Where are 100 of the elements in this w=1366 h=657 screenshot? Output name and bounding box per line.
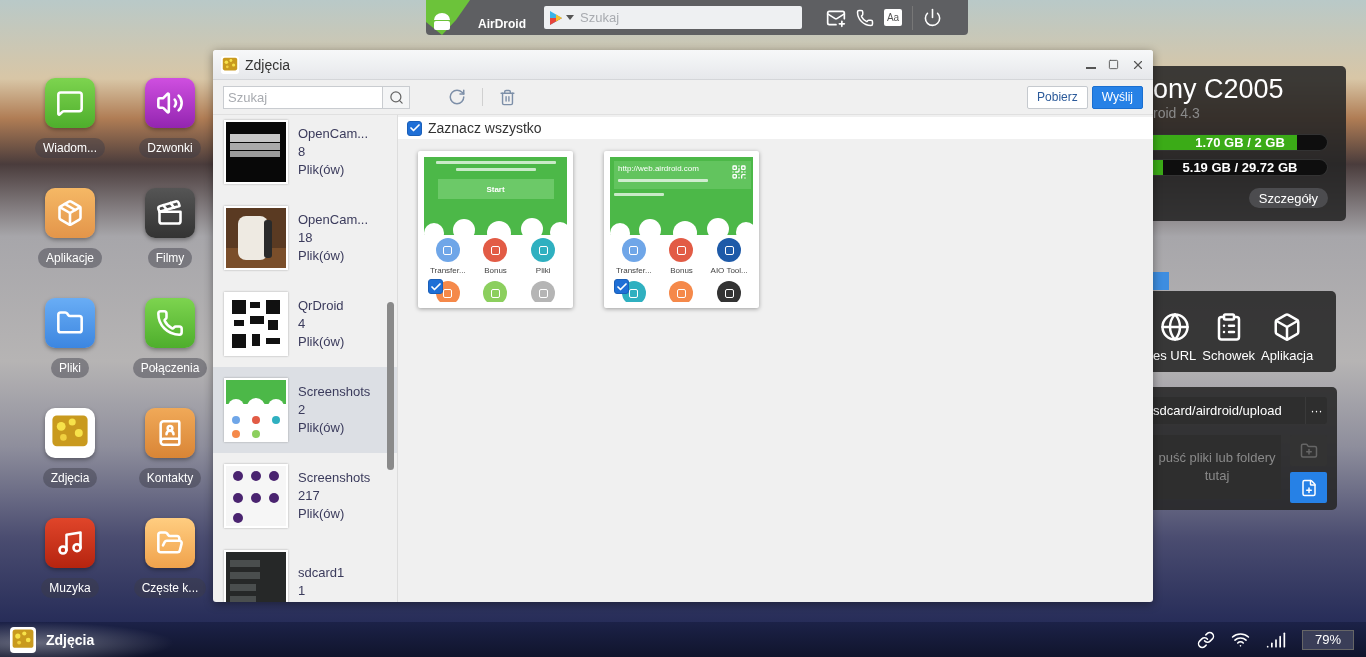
app-name: Bonus bbox=[484, 266, 507, 275]
app-label: Kontakty bbox=[138, 468, 202, 488]
power-icon[interactable] bbox=[923, 8, 942, 27]
file-count: 8 bbox=[298, 143, 307, 161]
tool-button[interactable]: Aplikacja bbox=[1261, 312, 1314, 363]
app-label: Częste k... bbox=[133, 578, 207, 598]
device-name: ony C2005 bbox=[1153, 73, 1285, 105]
more-button[interactable]: ··· bbox=[1305, 397, 1327, 424]
refresh-icon bbox=[448, 88, 466, 106]
album-name: QrDroid bbox=[298, 297, 345, 315]
window-title: Zdjęcia bbox=[245, 56, 292, 73]
delete-button[interactable] bbox=[499, 88, 516, 106]
search-icon bbox=[388, 89, 404, 105]
file-count: 1 bbox=[298, 582, 307, 600]
app-label: Dzwonki bbox=[139, 138, 201, 158]
app-label: Pliki bbox=[51, 358, 89, 378]
search-field[interactable]: Szukaj bbox=[224, 86, 382, 108]
text-size-icon[interactable]: Aa bbox=[884, 9, 902, 26]
check-icon bbox=[408, 122, 421, 134]
app-name: Bonus bbox=[670, 266, 693, 275]
battery-indicator[interactable]: 79% bbox=[1302, 629, 1354, 650]
box-icon bbox=[1272, 312, 1303, 342]
path-text: sdcard/airdroid/upload bbox=[1153, 403, 1282, 418]
phone-icon[interactable] bbox=[145, 298, 195, 348]
app-label: Muzyka bbox=[41, 578, 99, 598]
wifi-icon[interactable] bbox=[1231, 630, 1250, 649]
checkbox[interactable] bbox=[407, 120, 422, 136]
maximize-icon bbox=[1108, 59, 1119, 70]
select-all-bar[interactable]: Zaznacz wszystko bbox=[398, 117, 1153, 139]
album-item[interactable]: Screenshots 2 Plik(ów) bbox=[213, 367, 397, 453]
qr-code-icon bbox=[731, 164, 747, 180]
file-unit: Plik(ów) bbox=[298, 333, 345, 351]
file-plus-icon bbox=[1299, 478, 1318, 497]
app-label: Filmy bbox=[147, 248, 193, 268]
drop-hint: tutaj bbox=[1204, 467, 1230, 485]
file-unit: Plik(ów) bbox=[298, 247, 346, 265]
album-item[interactable]: sdcard1 1 bbox=[213, 539, 397, 602]
music-note-icon[interactable] bbox=[45, 518, 95, 568]
checkbox[interactable] bbox=[428, 279, 443, 294]
clapperboard-icon[interactable] bbox=[145, 188, 195, 238]
photo-card[interactable]: http://web.airdroid.com Transfer... Bonus AIO Tool... bbox=[604, 151, 759, 308]
check-icon bbox=[429, 280, 442, 293]
storage-reading: 1.70 GB / 2 GB bbox=[1194, 135, 1286, 151]
url-text: http://web.airdroid.com bbox=[618, 164, 700, 173]
search-field[interactable]: Szukaj bbox=[578, 9, 796, 26]
storage-reading: 5.19 GB / 29.72 GB bbox=[1181, 160, 1299, 176]
caret-icon bbox=[566, 15, 574, 20]
file-count: 217 bbox=[298, 487, 321, 505]
file-unit: Plik(ów) bbox=[298, 419, 346, 437]
tab-marker bbox=[1153, 272, 1169, 290]
app-label: Wiadom... bbox=[35, 138, 105, 158]
app-label: Aplikacje bbox=[38, 248, 102, 268]
app-label: Zdjęcia bbox=[42, 468, 98, 488]
tool-button[interactable]: es URL bbox=[1153, 312, 1197, 363]
file-unit: Plik(ów) bbox=[298, 161, 346, 179]
speaker-icon[interactable] bbox=[145, 78, 195, 128]
album-name: Screenshots bbox=[298, 383, 371, 401]
illegible-text bbox=[614, 193, 664, 196]
album-name: sdcard1 bbox=[298, 564, 345, 582]
album-item[interactable]: Screenshots 217 Plik(ów) bbox=[213, 453, 397, 539]
check-icon bbox=[615, 280, 628, 293]
maximize-button[interactable] bbox=[1108, 59, 1119, 70]
album-name: Screenshots bbox=[298, 469, 371, 487]
chat-bubble-icon[interactable] bbox=[45, 78, 95, 128]
contact-book-icon[interactable] bbox=[145, 408, 195, 458]
download-button[interactable]: Pobierz bbox=[1027, 85, 1088, 109]
photo-card[interactable]: Start Transfer... Bonus Pliki bbox=[418, 151, 573, 308]
album-item[interactable]: OpenCam... 18 Plik(ów) bbox=[213, 195, 397, 281]
link-icon[interactable] bbox=[1197, 630, 1215, 649]
trash-icon bbox=[499, 88, 516, 106]
album-item[interactable]: OpenCam... 8 Plik(ów) bbox=[213, 115, 397, 195]
select-all-label: Zaznacz wszystko bbox=[428, 120, 542, 136]
app-label: Połączenia bbox=[132, 358, 208, 378]
refresh-button[interactable] bbox=[448, 88, 466, 106]
file-count: 4 bbox=[298, 315, 307, 333]
brand-name: AirDroid bbox=[478, 16, 526, 31]
file-count: 18 bbox=[298, 229, 314, 247]
tool-button[interactable]: Schowek bbox=[1202, 312, 1256, 363]
search-box[interactable]: Szukaj bbox=[223, 85, 410, 109]
details-button[interactable]: Szczegóły bbox=[1248, 188, 1328, 208]
folder-plus-icon bbox=[1299, 441, 1318, 460]
flower-photo-icon bbox=[221, 55, 239, 74]
folder-icon[interactable] bbox=[45, 298, 95, 348]
package-icon[interactable] bbox=[45, 188, 95, 238]
globe-icon bbox=[1159, 312, 1190, 342]
app-name: Pliki bbox=[535, 266, 551, 275]
scrollbar[interactable] bbox=[387, 302, 394, 470]
send-button[interactable]: Wyślij bbox=[1091, 85, 1143, 109]
album-name: OpenCam... bbox=[298, 211, 369, 229]
logo bbox=[426, 0, 470, 35]
upload-file-button[interactable] bbox=[1290, 472, 1327, 503]
album-item[interactable]: QrDroid 4 Plik(ów) bbox=[213, 281, 397, 367]
search-bar[interactable]: Szukaj bbox=[544, 6, 802, 29]
app-name: Transfer... bbox=[615, 266, 652, 275]
app-name: AIO Tool... bbox=[710, 266, 748, 275]
phone-icon[interactable] bbox=[856, 8, 874, 27]
search-button[interactable] bbox=[382, 86, 409, 108]
file-unit: Plik(ów) bbox=[298, 505, 346, 523]
checkbox[interactable] bbox=[614, 279, 629, 294]
flower-photo-icon[interactable] bbox=[45, 408, 95, 458]
